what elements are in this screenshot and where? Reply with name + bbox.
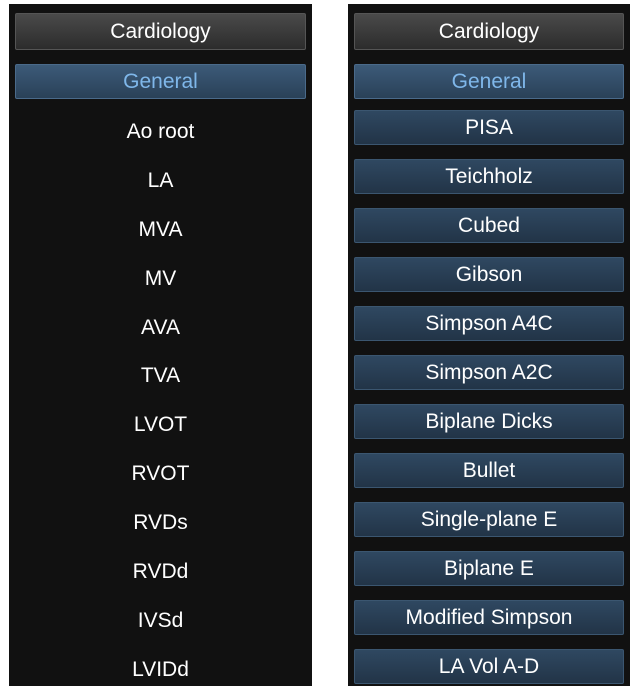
gibson-button[interactable]: Gibson	[354, 257, 624, 292]
general-tab[interactable]: General	[354, 64, 624, 99]
menu-item-lvidd[interactable]: LVIDd	[9, 646, 312, 686]
simpson-a4c-button[interactable]: Simpson A4C	[354, 306, 624, 341]
menu-item-lvot[interactable]: LVOT	[9, 401, 312, 450]
modified-simpson-button[interactable]: Modified Simpson	[354, 600, 624, 635]
cardiology-header[interactable]: Cardiology	[15, 13, 306, 50]
menu-item-rvot[interactable]: RVOT	[9, 450, 312, 499]
teichholz-button[interactable]: Teichholz	[354, 159, 624, 194]
biplane-e-button[interactable]: Biplane E	[354, 551, 624, 586]
menu-item-mv[interactable]: MV	[9, 255, 312, 304]
menu-item-tva[interactable]: TVA	[9, 352, 312, 401]
method-button-list: PISA Teichholz Cubed Gibson Simpson A4C …	[348, 110, 630, 686]
menu-item-mva[interactable]: MVA	[9, 206, 312, 255]
biplane-dicks-button[interactable]: Biplane Dicks	[354, 404, 624, 439]
right-menu-panel: Cardiology General PISA Teichholz Cubed …	[348, 4, 630, 686]
menu-item-rvds[interactable]: RVDs	[9, 499, 312, 548]
measurement-list: Ao root LA MVA MV AVA TVA LVOT RVOT RVDs…	[9, 108, 312, 686]
menu-item-ava[interactable]: AVA	[9, 304, 312, 353]
single-plane-e-button[interactable]: Single-plane E	[354, 502, 624, 537]
menu-item-ivsd[interactable]: IVSd	[9, 597, 312, 646]
left-menu-panel: Cardiology General Ao root LA MVA MV AVA…	[9, 4, 312, 686]
menu-item-ao-root[interactable]: Ao root	[9, 108, 312, 157]
cubed-button[interactable]: Cubed	[354, 208, 624, 243]
menu-item-la[interactable]: LA	[9, 157, 312, 206]
la-vol-a-d-button[interactable]: LA Vol A-D	[354, 649, 624, 684]
menu-item-rvdd[interactable]: RVDd	[9, 548, 312, 597]
general-tab[interactable]: General	[15, 64, 306, 99]
simpson-a2c-button[interactable]: Simpson A2C	[354, 355, 624, 390]
pisa-button[interactable]: PISA	[354, 110, 624, 145]
cardiology-header[interactable]: Cardiology	[354, 13, 624, 50]
bullet-button[interactable]: Bullet	[354, 453, 624, 488]
